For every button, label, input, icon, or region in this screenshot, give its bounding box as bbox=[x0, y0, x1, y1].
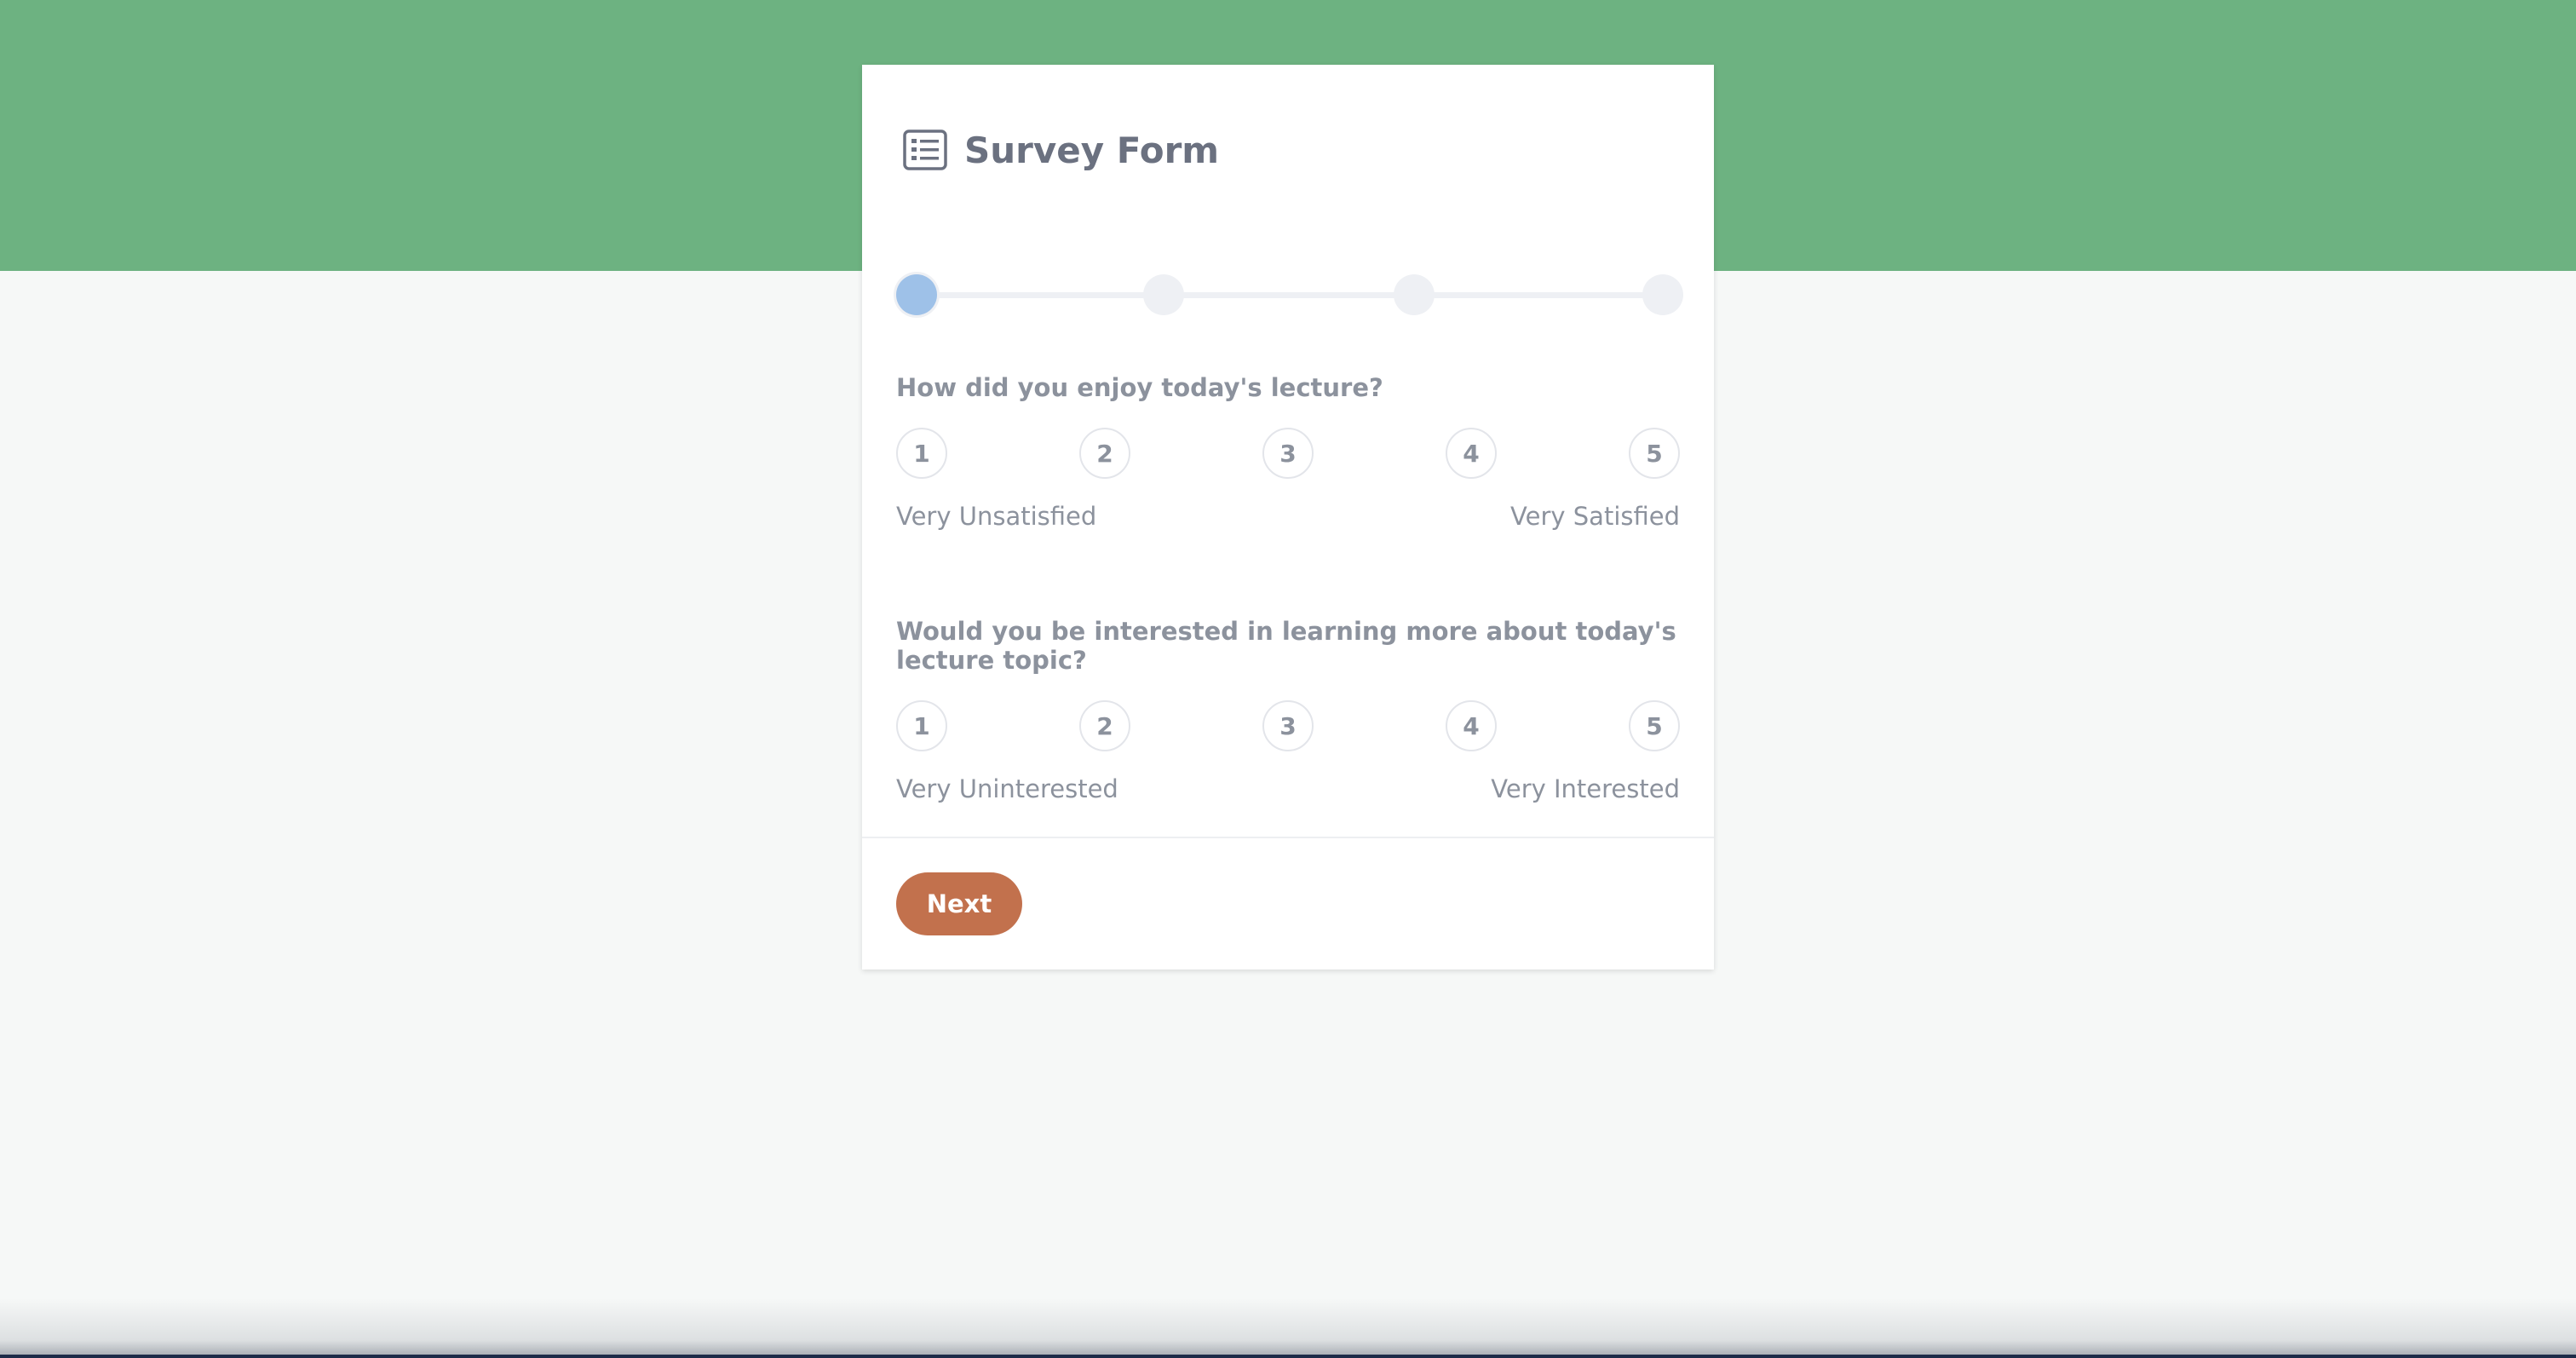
scale-labels: Very Uninterested Very Interested bbox=[896, 774, 1680, 804]
list-icon bbox=[903, 129, 947, 170]
rating-option-2[interactable]: 2 bbox=[1079, 700, 1130, 751]
scale-labels: Very Unsatisfied Very Satisfied bbox=[896, 501, 1680, 532]
progress-track bbox=[913, 292, 1663, 298]
question-label: How did you enjoy today's lecture? bbox=[896, 373, 1383, 402]
next-button[interactable]: Next bbox=[896, 872, 1022, 935]
rating-scale: 1 2 3 4 5 bbox=[896, 700, 1680, 757]
rating-option-2[interactable]: 2 bbox=[1079, 428, 1130, 479]
step-progress bbox=[896, 273, 1683, 317]
rating-option-5[interactable]: 5 bbox=[1629, 428, 1680, 479]
step-1-indicator bbox=[896, 274, 937, 315]
card-header: Survey Form bbox=[903, 124, 1219, 176]
question-1: How did you enjoy today's lecture? 1 2 3… bbox=[896, 373, 1680, 532]
rating-option-1[interactable]: 1 bbox=[896, 700, 947, 751]
rating-option-4[interactable]: 4 bbox=[1446, 428, 1497, 479]
step-3-indicator bbox=[1394, 274, 1435, 315]
footer-divider bbox=[862, 837, 1714, 838]
step-4-indicator bbox=[1642, 274, 1683, 315]
rating-option-3[interactable]: 3 bbox=[1262, 428, 1314, 479]
question-label: Would you be interested in learning more… bbox=[896, 617, 1676, 675]
scale-min-label: Very Uninterested bbox=[896, 774, 1118, 803]
bottom-edge bbox=[0, 1355, 2576, 1358]
scale-max-label: Very Interested bbox=[1491, 774, 1680, 803]
scale-max-label: Very Satisfied bbox=[1510, 502, 1680, 531]
rating-option-4[interactable]: 4 bbox=[1446, 700, 1497, 751]
rating-option-3[interactable]: 3 bbox=[1262, 700, 1314, 751]
survey-card: Survey Form How did you enjoy today's le… bbox=[862, 65, 1714, 970]
bottom-shadow bbox=[0, 1298, 2576, 1358]
question-2: Would you be interested in learning more… bbox=[896, 617, 1680, 804]
rating-scale: 1 2 3 4 5 bbox=[896, 428, 1680, 484]
rating-option-5[interactable]: 5 bbox=[1629, 700, 1680, 751]
step-2-indicator bbox=[1143, 274, 1184, 315]
page-title: Survey Form bbox=[964, 129, 1220, 171]
scale-min-label: Very Unsatisfied bbox=[896, 502, 1097, 531]
rating-option-1[interactable]: 1 bbox=[896, 428, 947, 479]
